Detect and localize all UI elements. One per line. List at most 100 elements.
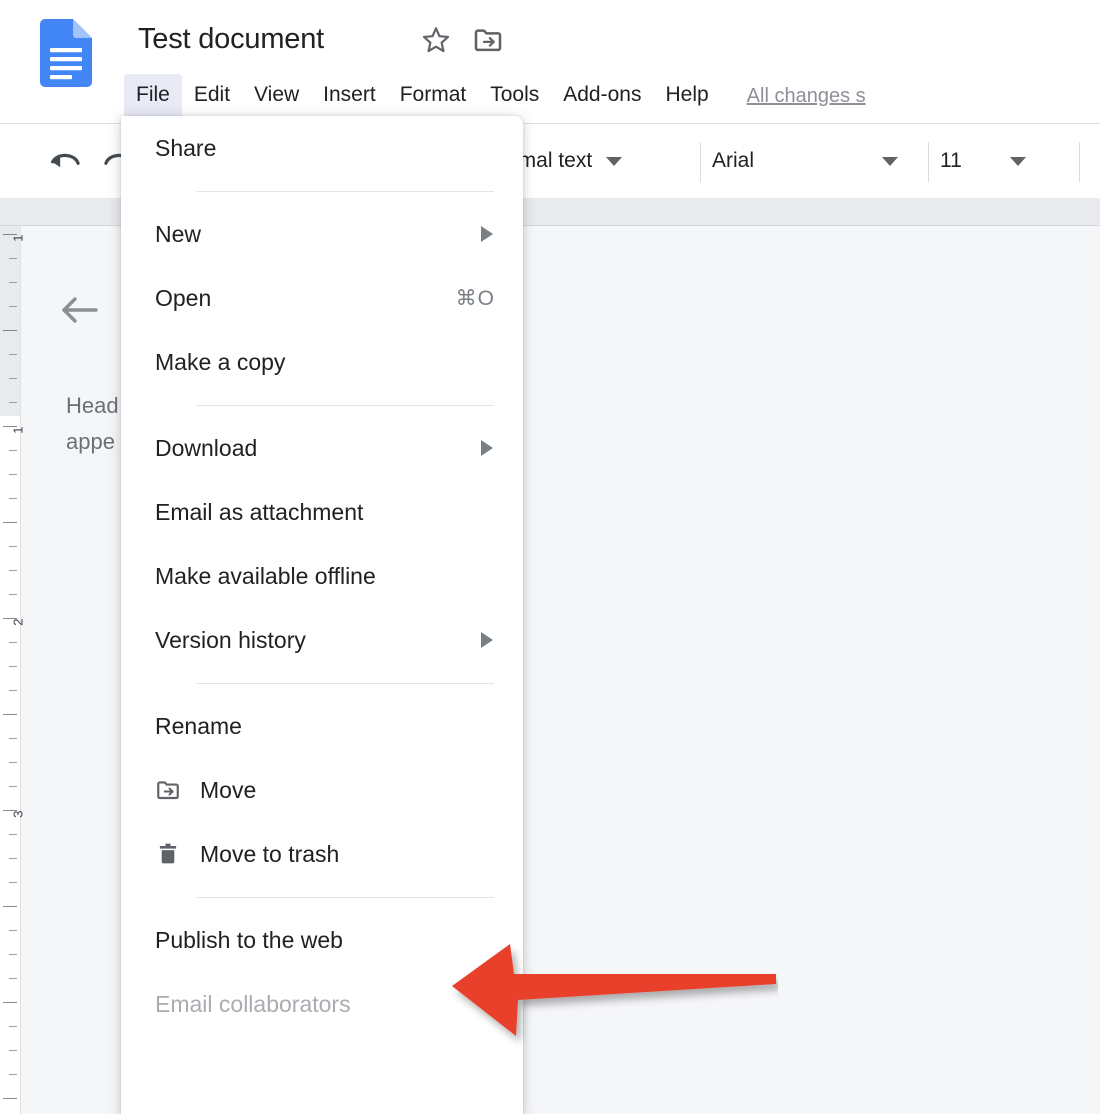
ruler-tick xyxy=(9,546,17,547)
ruler-tick xyxy=(9,474,17,475)
font-family-dropdown[interactable]: Arial xyxy=(712,124,899,198)
file-menu-item-version-history[interactable]: Version history xyxy=(121,608,523,672)
toolbar-separator xyxy=(700,142,701,182)
ruler-tick xyxy=(9,762,17,763)
toolbar-separator xyxy=(1079,142,1080,182)
back-arrow-icon[interactable] xyxy=(60,293,98,327)
file-menu-item-move[interactable]: Move xyxy=(121,758,523,822)
menubar-item-tools[interactable]: Tools xyxy=(478,74,551,118)
file-menu-item-move-to-trash[interactable]: Move to trash xyxy=(121,822,523,886)
submenu-arrow-icon xyxy=(481,440,493,456)
ruler-tick xyxy=(3,714,17,715)
ruler-number: 3 xyxy=(10,810,26,818)
ruler-tick xyxy=(9,378,17,379)
chevron-down-icon xyxy=(882,156,899,166)
trash-icon xyxy=(155,841,181,867)
ruler-tick xyxy=(9,1050,17,1051)
ruler-margin-zone xyxy=(0,226,20,416)
file-menu-item-label: Version history xyxy=(155,627,306,653)
menubar-item-edit[interactable]: Edit xyxy=(182,74,242,118)
menu-divider xyxy=(196,683,494,684)
file-menu-dropdown[interactable]: Share New Open ⌘O Make a copy Download Email a… xyxy=(121,116,523,1114)
file-menu-item-new[interactable]: New xyxy=(121,202,523,266)
ruler-tick xyxy=(9,882,17,883)
menu-divider xyxy=(196,897,494,898)
file-menu-item-label: Move to trash xyxy=(200,841,340,867)
menubar-item-format[interactable]: Format xyxy=(388,74,479,118)
app-header: Test document File Edit View Insert Format To… xyxy=(0,0,1100,122)
file-menu-item-share[interactable]: Share xyxy=(121,116,523,180)
star-icon[interactable] xyxy=(420,24,452,56)
ruler-tick xyxy=(9,978,17,979)
menubar-item-add-ons[interactable]: Add-ons xyxy=(551,74,653,118)
google-docs-window: 11 2 3 Head appe Test document File Edit V… xyxy=(0,0,1100,1114)
ruler-tick xyxy=(3,1002,17,1003)
ruler-tick xyxy=(9,1026,17,1027)
file-menu-item-rename[interactable]: Rename xyxy=(121,694,523,758)
file-menu-item-shortcut: ⌘O xyxy=(455,286,495,310)
file-menu-item-make-a-copy[interactable]: Make a copy xyxy=(121,330,523,394)
menubar-item-view[interactable]: View xyxy=(242,74,311,118)
menubar-item-file[interactable]: File xyxy=(124,74,182,118)
ruler-tick xyxy=(9,930,17,931)
undo-icon[interactable] xyxy=(48,144,82,183)
ruler-tick xyxy=(3,1098,17,1099)
ruler-tick xyxy=(9,450,17,451)
move-to-folder-icon[interactable] xyxy=(472,24,504,56)
font-size-dropdown[interactable]: 11 xyxy=(940,124,1026,198)
ruler-tick xyxy=(9,690,17,691)
ruler-tick xyxy=(9,498,17,499)
chevron-down-icon xyxy=(606,156,623,166)
file-menu-item-open[interactable]: Open ⌘O xyxy=(121,266,523,330)
ruler-tick xyxy=(9,258,17,259)
ruler-tick xyxy=(3,330,17,331)
toolbar-separator xyxy=(928,142,929,182)
font-family-label: Arial xyxy=(712,149,755,172)
menubar-item-help[interactable]: Help xyxy=(653,74,720,118)
ruler-tick xyxy=(9,834,17,835)
file-menu-item-label: New xyxy=(155,221,202,247)
menu-divider xyxy=(196,191,494,192)
file-menu-item-download[interactable]: Download xyxy=(121,416,523,480)
page-title[interactable]: Test document xyxy=(138,20,324,58)
font-size-label: 11 xyxy=(940,149,962,172)
file-menu-item-make-available-offline[interactable]: Make available offline xyxy=(121,544,523,608)
file-menu-item-email-as-attachment[interactable]: Email as attachment xyxy=(121,480,523,544)
menubar-item-insert[interactable]: Insert xyxy=(311,74,388,118)
file-menu-item-label: Make available offline xyxy=(155,563,376,589)
chevron-down-icon xyxy=(1009,156,1026,166)
file-menu-item-label: Rename xyxy=(155,713,242,739)
move-to-folder-icon xyxy=(155,777,181,803)
ruler-tick xyxy=(9,666,17,667)
file-menu-item-label: Make a copy xyxy=(155,349,286,375)
ruler-tick xyxy=(9,858,17,859)
ruler-tick xyxy=(9,354,17,355)
vertical-ruler[interactable]: 1 1 2 3 xyxy=(0,226,26,1114)
ruler-tick xyxy=(9,282,17,283)
file-menu-item-publish-to-the-web[interactable]: Publish to the web xyxy=(121,908,523,972)
document-body-line-1: Head xyxy=(66,393,119,418)
file-menu-item-email-collaborators: Email collaborators xyxy=(121,972,523,1036)
document-body-line-2: appe xyxy=(66,429,115,454)
ruler-tick xyxy=(9,786,17,787)
ruler-tick xyxy=(9,1074,17,1075)
ruler-tick xyxy=(3,906,17,907)
file-menu-item-label: Open xyxy=(155,285,212,311)
ruler-tick xyxy=(9,954,17,955)
document-body-text[interactable]: Head appe xyxy=(66,388,119,460)
ruler-number: 1 xyxy=(10,234,26,242)
ruler-tick xyxy=(9,594,17,595)
menu-bar: File Edit View Insert Format Tools Add-ons Help… xyxy=(0,74,1100,118)
submenu-arrow-icon xyxy=(481,226,493,242)
file-menu-item-label: Share xyxy=(155,135,217,161)
file-menu-item-label: Publish to the web xyxy=(155,927,343,953)
file-menu-item-label: Download xyxy=(155,435,258,461)
file-menu-item-label: Email as attachment xyxy=(155,499,364,525)
menu-divider xyxy=(196,405,494,406)
ruler-tick xyxy=(9,738,17,739)
ruler-tick xyxy=(9,570,17,571)
save-status-label[interactable]: All changes s xyxy=(747,74,866,108)
ruler-tick xyxy=(9,642,17,643)
ruler-number: 2 xyxy=(10,618,26,626)
ruler-tick xyxy=(9,306,17,307)
